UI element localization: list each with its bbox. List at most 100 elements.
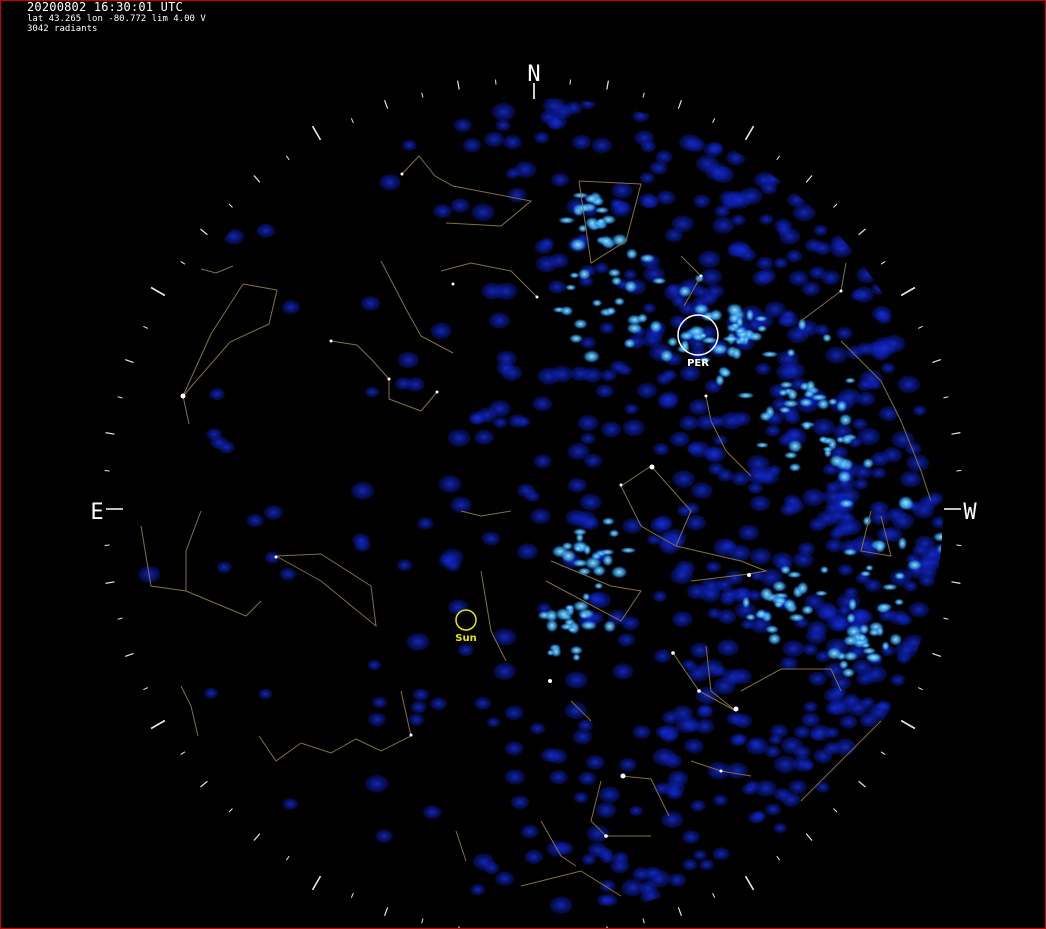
compass-east-label: E bbox=[90, 500, 103, 525]
horizon-tick bbox=[606, 80, 609, 90]
radiant-blob bbox=[572, 134, 592, 150]
radiant-blob bbox=[759, 214, 774, 225]
star-dot bbox=[180, 393, 186, 399]
radiant-blob bbox=[825, 538, 844, 553]
radiant-hotspot bbox=[756, 325, 768, 333]
star-dot bbox=[548, 679, 552, 683]
constellation-line bbox=[455, 830, 467, 862]
radiant-hotspot bbox=[603, 620, 617, 633]
radiant-hotspot bbox=[874, 540, 886, 554]
radiant-blob bbox=[857, 379, 873, 391]
radiant-blob bbox=[493, 662, 516, 681]
horizon-tick bbox=[150, 719, 166, 730]
radiant-hotspot bbox=[623, 338, 636, 349]
horizon-tick bbox=[900, 719, 916, 730]
radiant-blob bbox=[748, 738, 763, 749]
radiant-blob bbox=[638, 193, 658, 208]
horizon-tick bbox=[495, 79, 497, 85]
radiant-blob bbox=[682, 830, 700, 844]
radiant-blob bbox=[815, 781, 830, 793]
radiant-blob bbox=[450, 198, 470, 213]
horizon-tick bbox=[951, 581, 961, 584]
radiant-hotspot bbox=[862, 457, 875, 469]
radiant-blob bbox=[495, 871, 514, 886]
horizon-tick bbox=[833, 808, 838, 813]
radiant-hotspot bbox=[897, 495, 914, 510]
radiant-blob bbox=[773, 823, 787, 834]
radiant-hotspot bbox=[894, 598, 905, 606]
header-info: 20200802 16:30:01 UTC lat 43.265 lon -80… bbox=[27, 1, 206, 34]
radiant-hotspot bbox=[835, 400, 848, 413]
horizon-tick bbox=[858, 780, 866, 788]
radiant-hotspot bbox=[828, 454, 845, 468]
radiant-blob bbox=[802, 643, 818, 656]
radiant-blob bbox=[640, 888, 661, 904]
radiant-blob bbox=[516, 543, 539, 560]
sun-marker-circle[interactable] bbox=[455, 609, 477, 631]
radiant-hotspot bbox=[574, 545, 583, 552]
radiant-blob bbox=[629, 805, 643, 816]
radiant-blob bbox=[472, 853, 495, 871]
radiant-blob bbox=[471, 203, 495, 222]
radiant-blob bbox=[534, 131, 550, 144]
radiant-blob bbox=[493, 417, 508, 429]
horizon-tick bbox=[285, 155, 290, 161]
radiant-hotspot bbox=[819, 565, 830, 574]
radiant-blob bbox=[438, 553, 457, 568]
horizon-tick bbox=[569, 79, 571, 85]
radiant-hotspot bbox=[569, 237, 587, 252]
radiant-blob bbox=[670, 566, 694, 585]
radiant-hotspot bbox=[881, 641, 890, 651]
radiant-hotspot bbox=[783, 451, 798, 460]
radiant-hotspot bbox=[787, 439, 803, 454]
star-dot bbox=[747, 573, 751, 577]
radiant-blob bbox=[567, 478, 587, 493]
radiant-hotspot bbox=[725, 303, 744, 317]
radiant-hotspot bbox=[545, 619, 559, 633]
horizon-tick bbox=[104, 544, 110, 546]
radiant-blob bbox=[567, 442, 590, 460]
horizon-tick bbox=[880, 260, 886, 265]
horizon-tick bbox=[805, 175, 813, 183]
radiant-blob bbox=[653, 649, 672, 663]
radiant-hotspot bbox=[568, 333, 584, 344]
horizon-tick bbox=[124, 359, 134, 364]
radiant-blob bbox=[679, 415, 699, 431]
radiant-hotspot bbox=[610, 276, 623, 286]
radiant-blob bbox=[875, 700, 890, 712]
radiant-hotspot bbox=[649, 319, 663, 334]
horizon-tick bbox=[253, 833, 261, 841]
radiant-blob bbox=[474, 696, 492, 710]
radiant-blob bbox=[495, 119, 511, 132]
radiant-blob bbox=[598, 786, 621, 803]
radiant-blob bbox=[725, 150, 746, 166]
radiant-blob bbox=[839, 715, 858, 729]
radiant-blob bbox=[688, 399, 710, 415]
radiant-blob bbox=[372, 696, 387, 709]
radiant-blob bbox=[808, 671, 827, 686]
radiant-blob bbox=[768, 734, 783, 745]
radiant-blob bbox=[765, 803, 781, 816]
radiant-blob bbox=[367, 659, 382, 671]
all-sky-map: N E W PER Sun bbox=[90, 62, 977, 928]
radiant-blob bbox=[484, 131, 505, 148]
radiant-blob bbox=[897, 375, 921, 394]
star-dot bbox=[699, 274, 703, 278]
radiant-blob bbox=[591, 137, 612, 154]
radiant-blob bbox=[797, 542, 816, 556]
radiant-blob bbox=[595, 802, 617, 818]
star-dot bbox=[697, 689, 701, 693]
horizon-tick bbox=[951, 432, 961, 435]
radiant-blob bbox=[438, 475, 462, 493]
star-dot bbox=[839, 289, 843, 293]
horizon-tick bbox=[124, 652, 134, 657]
radiant-hotspot bbox=[639, 253, 656, 263]
radiant-hotspot bbox=[583, 193, 599, 204]
radiant-blob bbox=[738, 524, 760, 541]
radiant-hotspot bbox=[840, 434, 854, 445]
horizon-tick bbox=[956, 544, 962, 546]
radiant-blob bbox=[721, 587, 739, 601]
radiant-blob bbox=[548, 280, 566, 294]
radiant-blob bbox=[658, 391, 680, 407]
radiant-hotspot bbox=[550, 646, 562, 658]
